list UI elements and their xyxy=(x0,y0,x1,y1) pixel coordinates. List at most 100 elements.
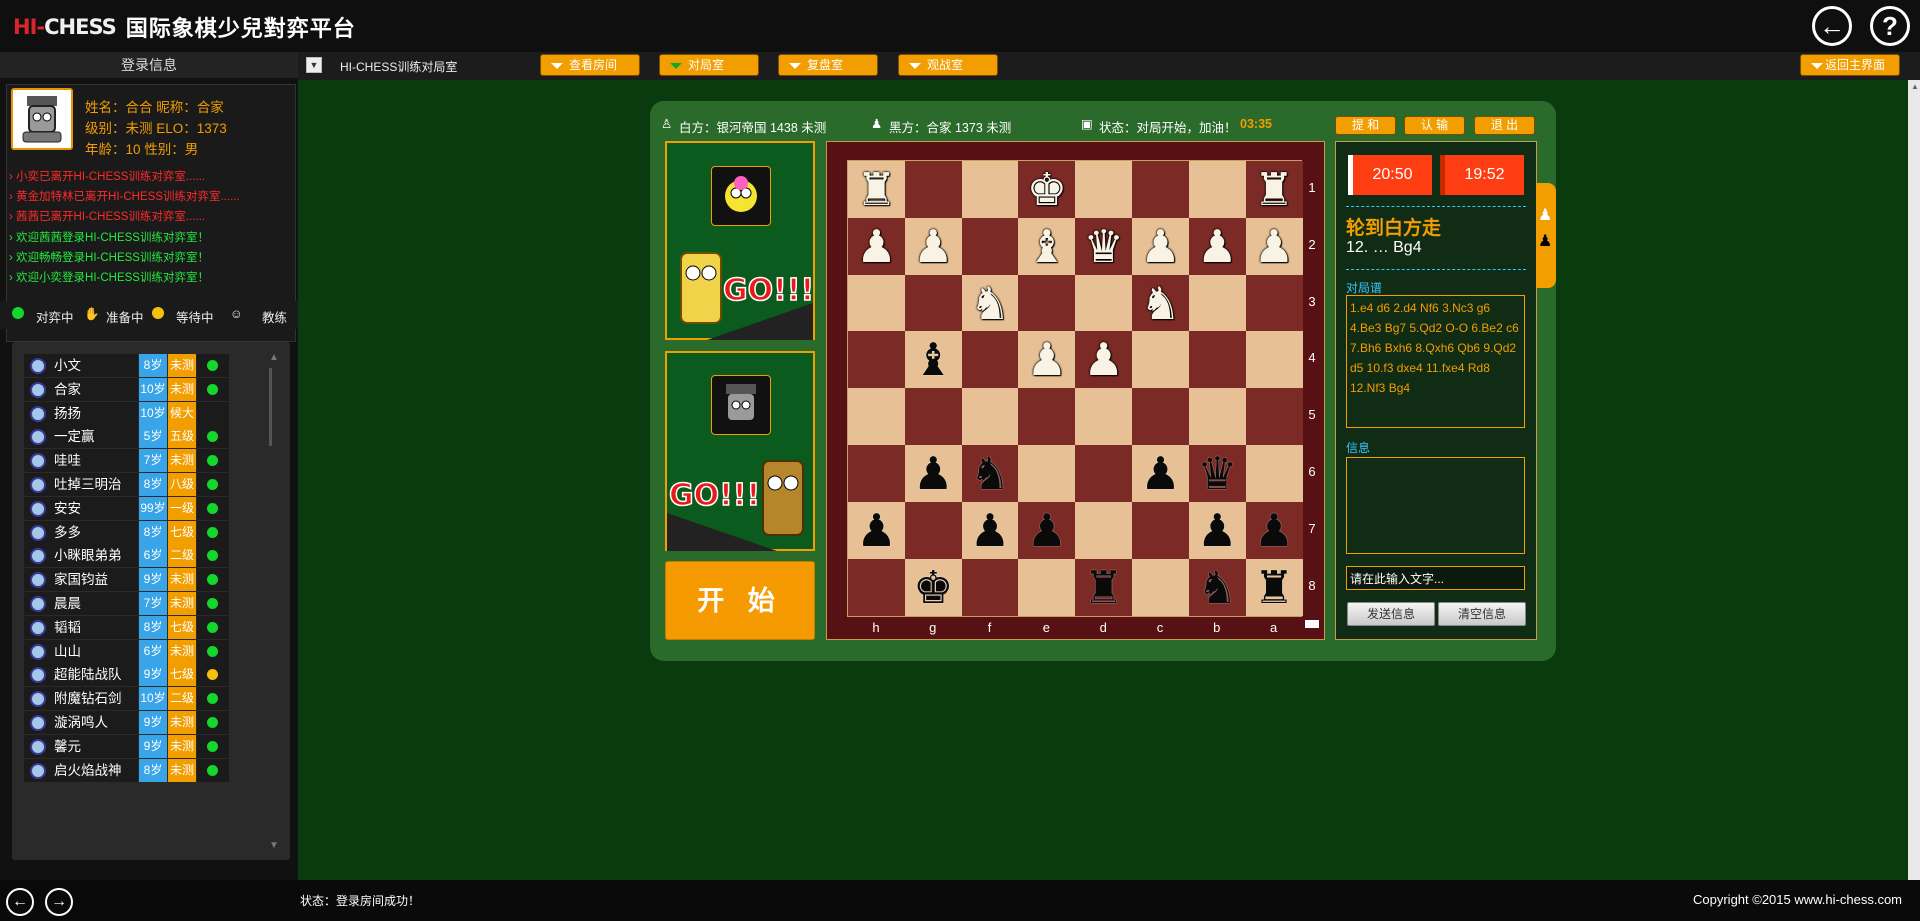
question-icon[interactable]: ? xyxy=(1870,6,1910,46)
match-room-button[interactable]: 对局室 xyxy=(659,54,759,76)
black-pawn-icon[interactable]: ♟ xyxy=(856,502,896,559)
board-square[interactable] xyxy=(848,274,905,332)
black-queen-icon[interactable]: ♛ xyxy=(1197,445,1237,502)
player-row[interactable]: 附魔钻石剑 10岁 二级 xyxy=(24,687,254,711)
board-square[interactable]: ♟ xyxy=(904,217,962,275)
white-pawn-icon[interactable]: ♟ xyxy=(1084,331,1124,388)
white-pawn-icon[interactable]: ♟ xyxy=(856,218,896,275)
white-pawn-icon[interactable]: ♟ xyxy=(1538,205,1552,225)
board-square[interactable] xyxy=(1075,161,1133,218)
board-square[interactable] xyxy=(1018,274,1076,332)
board-square[interactable]: ♟ xyxy=(961,501,1019,559)
board-square[interactable] xyxy=(904,274,962,332)
board-square[interactable] xyxy=(1075,388,1133,446)
player-row[interactable]: 安安 99岁 一级 xyxy=(24,496,254,521)
board-square[interactable]: ♟ xyxy=(1132,445,1189,502)
black-pawn-icon[interactable]: ♟ xyxy=(1254,502,1294,559)
arrow-left-icon[interactable]: ← xyxy=(1812,6,1852,46)
black-pawn-icon[interactable]: ♟ xyxy=(970,502,1010,559)
white-rook-icon[interactable]: ♜ xyxy=(1254,161,1294,218)
board-square[interactable] xyxy=(1132,331,1189,389)
board-square[interactable]: ♜ xyxy=(1245,161,1303,218)
player-row[interactable]: 启火焰战神 8岁 未测 xyxy=(24,758,254,783)
scroll-up-icon[interactable]: ▲ xyxy=(269,352,279,363)
white-pawn-icon[interactable]: ♟ xyxy=(913,218,953,275)
player-row[interactable]: 一定赢 5岁 五级 xyxy=(24,425,254,449)
player-row[interactable]: 哇哇 7岁 未测 xyxy=(24,449,254,473)
board-square[interactable] xyxy=(904,161,962,218)
board-square[interactable] xyxy=(848,558,905,616)
black-knight-icon[interactable]: ♞ xyxy=(970,445,1010,502)
white-knight-icon[interactable]: ♞ xyxy=(970,275,1010,332)
white-pawn-icon[interactable]: ♟ xyxy=(1027,331,1067,388)
player-row[interactable]: 晨晨 7岁 未测 xyxy=(24,592,254,616)
black-pawn-icon[interactable]: ♟ xyxy=(1027,502,1067,559)
player-row[interactable]: 家国钧益 9岁 未测 xyxy=(24,568,254,592)
white-knight-icon[interactable]: ♞ xyxy=(1140,275,1180,332)
board-square[interactable] xyxy=(904,501,962,559)
black-pawn-icon[interactable]: ♟ xyxy=(1197,502,1237,559)
side-pawn-tab[interactable]: ♟ ♟ xyxy=(1536,183,1556,288)
black-pawn-icon[interactable]: ♟ xyxy=(913,445,953,502)
black-rook-icon[interactable]: ♜ xyxy=(1084,559,1124,616)
board-square[interactable] xyxy=(1132,501,1189,559)
player-row[interactable]: 山山 6岁 未测 xyxy=(24,639,254,664)
board-square[interactable] xyxy=(848,445,905,502)
board-square[interactable] xyxy=(1188,331,1246,389)
white-king-icon[interactable]: ♚ xyxy=(1027,161,1067,218)
send-message-button[interactable]: 发送信息 xyxy=(1347,602,1435,626)
white-bishop-icon[interactable]: ♝ xyxy=(1027,218,1067,275)
white-queen-icon[interactable]: ♛ xyxy=(1084,218,1124,275)
board-square[interactable]: ♛ xyxy=(1188,445,1246,502)
board-square[interactable]: ♟ xyxy=(1018,331,1076,389)
white-rook-icon[interactable]: ♜ xyxy=(856,161,896,218)
board-square[interactable]: ♞ xyxy=(1188,558,1246,616)
board-square[interactable]: ♟ xyxy=(1245,501,1303,559)
scroll-down-icon[interactable]: ▼ xyxy=(269,840,279,851)
player-row[interactable]: 扬扬 10岁 候大 xyxy=(24,401,254,426)
player-row[interactable]: 吐掉三明治 8岁 八级 xyxy=(24,473,254,497)
board-square[interactable]: ♟ xyxy=(1245,217,1303,275)
board-square[interactable]: ♞ xyxy=(961,445,1019,502)
next-arrow-icon[interactable]: → xyxy=(45,888,73,916)
board-square[interactable]: ♟ xyxy=(1075,331,1133,389)
player-row[interactable]: 超能陆战队 9岁 七级 xyxy=(24,663,254,687)
board-square[interactable] xyxy=(961,161,1019,218)
exit-button[interactable]: 退 出 xyxy=(1474,116,1535,135)
board-square[interactable]: ♟ xyxy=(1018,501,1076,559)
board-square[interactable]: ♟ xyxy=(1188,217,1246,275)
board-square[interactable]: ♝ xyxy=(904,331,962,389)
black-rook-icon[interactable]: ♜ xyxy=(1254,559,1294,616)
board-square[interactable] xyxy=(848,388,905,446)
player-row[interactable]: 小文 8岁 未测 xyxy=(24,354,254,378)
board-square[interactable] xyxy=(848,331,905,389)
white-pawn-icon[interactable]: ♟ xyxy=(1254,218,1294,275)
player-row[interactable]: 馨元 9岁 未测 xyxy=(24,734,254,759)
board-square[interactable]: ♚ xyxy=(904,558,962,616)
prev-arrow-icon[interactable]: ← xyxy=(6,888,34,916)
player-row[interactable]: 小眯眼弟弟 6岁 二级 xyxy=(24,544,254,568)
black-bishop-icon[interactable]: ♝ xyxy=(913,331,953,388)
board-square[interactable]: ♟ xyxy=(848,217,905,275)
start-button[interactable]: 开 始 xyxy=(665,561,815,640)
board-square[interactable] xyxy=(1018,558,1076,616)
view-room-button[interactable]: 查看房间 xyxy=(540,54,640,76)
player-row[interactable]: 合家 10岁 未测 xyxy=(24,377,254,402)
player-row[interactable]: 韬韬 8岁 七级 xyxy=(24,615,254,640)
board-square[interactable]: ♜ xyxy=(848,161,905,218)
board-square[interactable] xyxy=(1132,388,1189,446)
board-square[interactable] xyxy=(1018,388,1076,446)
draw-offer-button[interactable]: 提 和 xyxy=(1335,116,1396,135)
watch-room-button[interactable]: 观战室 xyxy=(898,54,998,76)
board-square[interactable] xyxy=(961,558,1019,616)
player-list-scrollbar[interactable]: ▲ ▼ xyxy=(264,352,282,852)
board-square[interactable] xyxy=(1075,445,1133,502)
board-square[interactable] xyxy=(961,388,1019,446)
black-king-icon[interactable]: ♚ xyxy=(913,559,953,616)
scroll-thumb[interactable] xyxy=(269,368,272,446)
page-scrollbar[interactable]: ▲ xyxy=(1908,80,1920,880)
black-knight-icon[interactable]: ♞ xyxy=(1197,559,1237,616)
board-square[interactable]: ♟ xyxy=(1132,217,1189,275)
board-square[interactable] xyxy=(1018,445,1076,502)
white-pawn-icon[interactable]: ♟ xyxy=(1197,218,1237,275)
